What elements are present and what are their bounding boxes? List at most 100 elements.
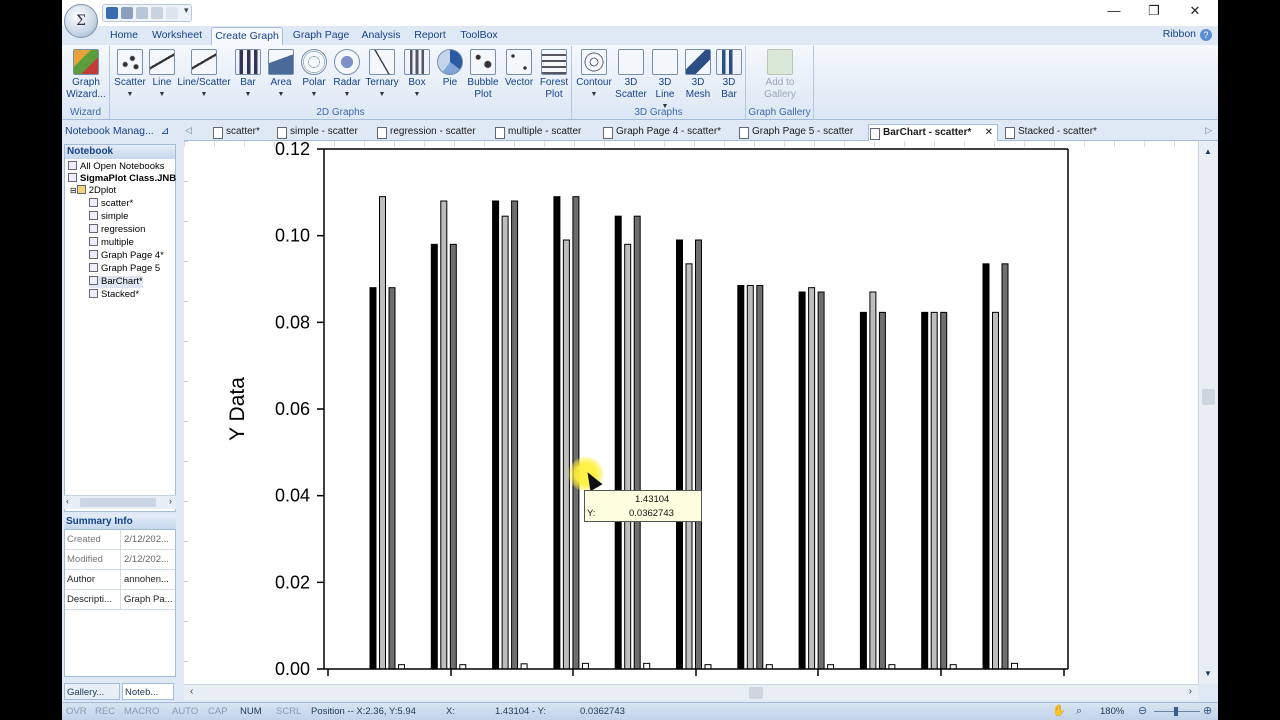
bar-series-1-cat-2[interactable] <box>430 243 438 670</box>
scroll-thumb[interactable] <box>749 687 763 699</box>
bar-series-3-cat-7[interactable] <box>756 285 764 670</box>
summary-value[interactable]: annohen... <box>121 570 169 589</box>
restore-button[interactable]: ❐ <box>1134 3 1174 19</box>
bar-series-1-cat-8[interactable] <box>798 291 806 670</box>
bar-series-1-cat-10[interactable] <box>921 311 929 670</box>
tree-item-sigmaplot-class[interactable]: SigmaPlot Class.JNB <box>68 173 176 185</box>
bar-series-2-cat-7[interactable] <box>746 285 754 670</box>
scroll-down-icon[interactable]: ▼ <box>1204 669 1212 678</box>
bar-series-1-cat-11[interactable] <box>982 263 990 670</box>
tab-graph-page[interactable]: Graph Page <box>290 27 352 45</box>
bar-series-2-cat-9[interactable] <box>869 291 877 670</box>
horizontal-scrollbar[interactable]: ‹ › <box>184 684 1198 700</box>
bar-series-1-cat-3[interactable] <box>492 200 500 670</box>
tab-home[interactable]: Home <box>104 27 144 45</box>
doc-tab-barchart[interactable]: BarChart - scatter* ✕ <box>868 124 998 141</box>
doc-tab-scatter[interactable]: scatter* <box>212 124 260 141</box>
tree-item-simple[interactable]: simple <box>89 211 128 223</box>
bar-series-1-cat-6[interactable] <box>676 239 683 670</box>
pin-icon[interactable]: ⊿ <box>161 125 170 137</box>
3d-mesh-button[interactable]: 3D Mesh <box>682 49 714 101</box>
bubble-plot-button[interactable]: Bubble Plot <box>466 49 500 101</box>
add-to-gallery-button[interactable]: Add to Gallery <box>750 49 810 101</box>
bar-series-3-cat-4[interactable] <box>572 196 580 670</box>
scroll-thumb[interactable] <box>80 498 156 507</box>
doc-tab-multiple[interactable]: multiple - scatter <box>494 124 581 141</box>
bar-series-1-cat-1[interactable] <box>369 287 377 670</box>
3d-scatter-button[interactable]: 3D Scatter <box>614 49 648 101</box>
graph-page[interactable]: 0.00 0.02 0.04 0.06 0.08 0.10 0.12 Y Data 1.43… <box>184 141 1198 684</box>
scroll-up-icon[interactable]: ▲ <box>1204 147 1212 156</box>
tree-item-scatter[interactable]: scatter* <box>89 198 133 210</box>
tab-create-graph[interactable]: Create Graph <box>211 27 283 45</box>
bar-series-3-cat-3[interactable] <box>511 200 519 670</box>
qat-dropdown-icon[interactable]: ▾ <box>184 5 189 16</box>
bar-series-3-cat-2[interactable] <box>449 243 457 670</box>
box-button[interactable]: Box ▼ <box>402 49 432 101</box>
tabs-scroll-left-icon[interactable]: ◁ <box>185 125 192 136</box>
tab-worksheet[interactable]: Worksheet <box>150 27 204 45</box>
scroll-right-icon[interactable]: › <box>1189 686 1192 697</box>
bar-series-3-cat-1[interactable] <box>388 287 396 670</box>
doc-tab-simple[interactable]: simple - scatter <box>276 124 358 141</box>
bar-button[interactable]: Bar ▼ <box>234 49 262 101</box>
bar-series-3-cat-5[interactable] <box>633 215 641 670</box>
bar-series-4-cat-4[interactable] <box>581 662 589 670</box>
customize-icon[interactable] <box>166 7 178 19</box>
bar-series-2-cat-11[interactable] <box>992 311 999 670</box>
pie-button[interactable]: Pie <box>436 49 464 89</box>
tab-report[interactable]: Report <box>410 27 450 45</box>
bar-series-2-cat-2[interactable] <box>440 200 448 670</box>
polar-button[interactable]: Polar ▼ <box>298 49 330 101</box>
tree-item-stacked[interactable]: Stacked* <box>89 289 139 301</box>
tree-item-2dplot[interactable]: ⊟ 2Dplot <box>70 185 116 197</box>
tabs-scroll-right-icon[interactable]: ▷ <box>1205 125 1212 136</box>
bar-series-2-cat-3[interactable] <box>501 215 509 670</box>
pan-icon[interactable]: ✋ <box>1052 703 1066 720</box>
tree-item-all-open-notebooks[interactable]: All Open Notebooks <box>68 161 165 173</box>
tab-analysis[interactable]: Analysis <box>359 27 403 45</box>
redo-icon[interactable] <box>136 7 148 19</box>
graph-wizard-button[interactable]: Graph Wizard... <box>65 49 107 101</box>
summary-row[interactable]: Author annohen... <box>65 570 175 590</box>
bar-series-1-cat-7[interactable] <box>737 285 745 670</box>
save-icon[interactable] <box>106 7 118 19</box>
bar-series-4-cat-5[interactable] <box>643 662 651 670</box>
zoom-out-icon[interactable]: ⊖ <box>1138 703 1147 720</box>
3d-bar-button[interactable]: 3D Bar <box>714 49 744 101</box>
contour-button[interactable]: Contour ▼ <box>574 49 614 101</box>
tree-item-multiple[interactable]: multiple <box>89 237 134 249</box>
forest-plot-button[interactable]: Forest Plot <box>538 49 570 101</box>
bar-series-4-cat-3[interactable] <box>520 663 528 670</box>
application-menu-button[interactable]: Σ <box>64 4 98 38</box>
zoom-slider-thumb[interactable] <box>1174 707 1178 716</box>
vector-button[interactable]: Vector <box>502 49 536 89</box>
bar-series-2-cat-5[interactable] <box>624 243 632 670</box>
scroll-left-icon[interactable]: ‹ <box>66 496 69 506</box>
help-icon[interactable]: ? <box>1200 29 1212 41</box>
scroll-left-icon[interactable]: ‹ <box>190 686 193 697</box>
minimize-button[interactable]: — <box>1094 3 1134 18</box>
undo-icon[interactable] <box>121 7 133 19</box>
doc-tab-stacked[interactable]: Stacked - scatter* <box>1004 124 1097 141</box>
bar-series-3-cat-8[interactable] <box>817 291 825 670</box>
zoom-icon[interactable]: ⌕ <box>1076 703 1082 720</box>
tree-item-barchart[interactable]: BarChart* <box>89 276 143 288</box>
bar-series-3-cat-11[interactable] <box>1001 263 1009 670</box>
doc-tab-graph-page-4[interactable]: Graph Page 4 - scatter* <box>602 124 721 141</box>
bar-series-2-cat-8[interactable] <box>808 287 816 670</box>
bar-series-4-cat-11[interactable] <box>1011 662 1018 670</box>
collapse-icon[interactable]: ⊟ <box>70 186 77 195</box>
zoom-in-icon[interactable]: ⊕ <box>1203 703 1212 720</box>
tab-notebook[interactable]: Noteb... <box>122 683 174 700</box>
3d-line-button[interactable]: 3D Line ▼ <box>648 49 682 113</box>
radar-button[interactable]: Radar ▼ <box>331 49 363 101</box>
bar-series-1-cat-5[interactable] <box>614 215 622 670</box>
summary-value[interactable]: Graph Pa... <box>121 590 173 609</box>
summary-row[interactable]: Descripti... Graph Pa... <box>65 590 175 610</box>
close-button[interactable]: ✕ <box>1175 3 1215 19</box>
line-button[interactable]: Line ▼ <box>148 49 176 101</box>
tab-gallery[interactable]: Gallery... <box>64 683 120 700</box>
ribbon-toggle[interactable]: Ribbon <box>1163 28 1196 40</box>
print-icon[interactable] <box>151 7 163 19</box>
